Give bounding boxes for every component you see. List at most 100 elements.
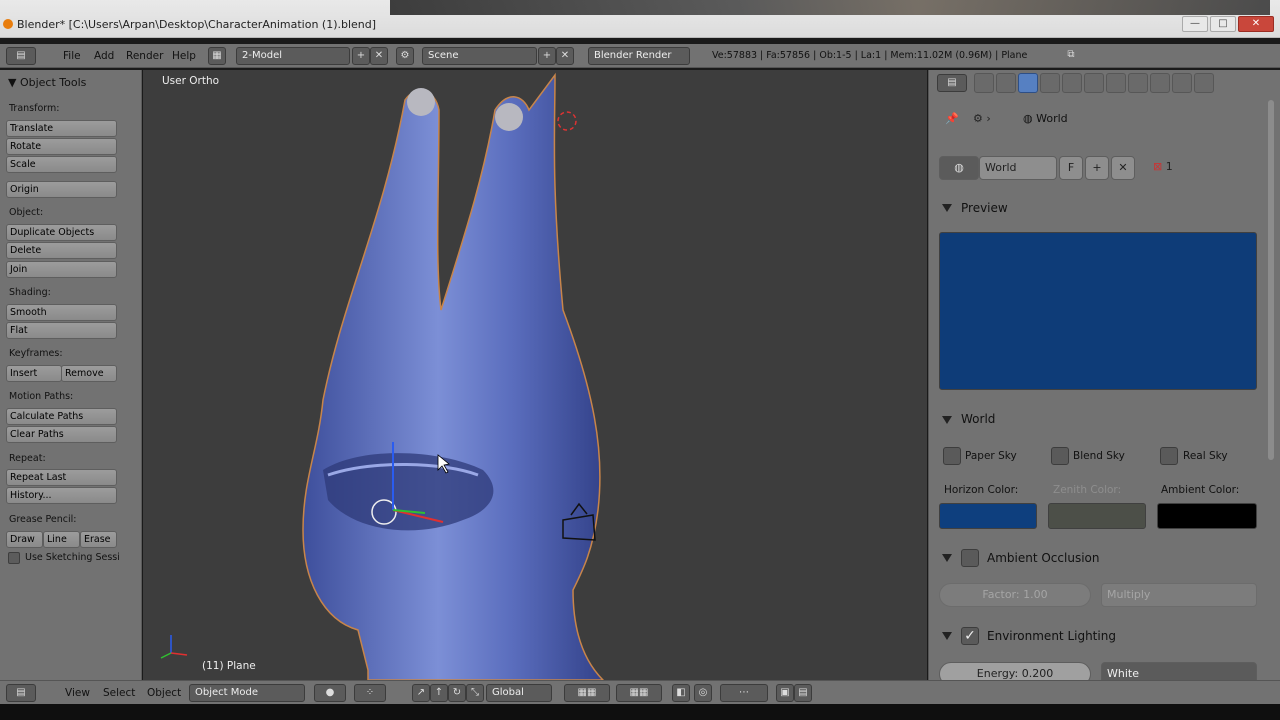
add-scene-icon[interactable]: + bbox=[538, 47, 556, 65]
unlink-world-button[interactable]: ✕ bbox=[1111, 156, 1135, 180]
draw-button[interactable]: Draw bbox=[6, 531, 43, 548]
ao-factor-field[interactable]: Factor: 1.00 bbox=[939, 583, 1091, 607]
screen-layout-icon[interactable]: ▦ bbox=[208, 47, 226, 65]
remove-layout-icon[interactable]: ✕ bbox=[370, 47, 388, 65]
physics-tab-icon[interactable] bbox=[1194, 73, 1214, 93]
blend-sky-checkbox[interactable] bbox=[1051, 447, 1069, 465]
env-color-select[interactable]: White bbox=[1101, 662, 1257, 680]
energy-field[interactable]: Energy: 0.200 bbox=[939, 662, 1091, 680]
layers-grid-icon-2[interactable]: ▦▦ bbox=[616, 684, 662, 702]
fake-user-button[interactable]: F bbox=[1059, 156, 1083, 180]
rotate-manipulator-icon[interactable]: ↻ bbox=[448, 684, 466, 702]
lock-layers-icon[interactable]: ◧ bbox=[672, 684, 690, 702]
new-world-button[interactable]: + bbox=[1085, 156, 1109, 180]
origin-button[interactable]: Origin bbox=[6, 181, 117, 198]
ao-checkbox[interactable] bbox=[961, 549, 979, 567]
line-button[interactable]: Line bbox=[43, 531, 80, 548]
remove-scene-icon[interactable]: ✕ bbox=[556, 47, 574, 65]
menu-select[interactable]: Select bbox=[103, 685, 135, 701]
history-button[interactable]: History... bbox=[6, 487, 117, 504]
ao-panel-title[interactable]: Ambient Occlusion bbox=[987, 551, 1099, 565]
zenith-color-swatch[interactable] bbox=[1048, 503, 1146, 529]
flat-button[interactable]: Flat bbox=[6, 322, 117, 339]
world-panel-title[interactable]: World bbox=[961, 412, 995, 426]
texture-tab-icon[interactable] bbox=[1150, 73, 1170, 93]
orientation-select[interactable]: Global bbox=[486, 684, 552, 702]
proportional-edit-icon[interactable]: ◎ bbox=[694, 684, 712, 702]
scale-manipulator-icon[interactable]: ⤡ bbox=[466, 684, 484, 702]
menu-add[interactable]: Add bbox=[94, 48, 114, 64]
editor-type-icon[interactable]: ▤ bbox=[6, 47, 36, 65]
mesh-body[interactable] bbox=[302, 72, 605, 680]
props-editor-type-icon[interactable]: ▤ bbox=[937, 74, 967, 92]
menu-help[interactable]: Help bbox=[172, 48, 196, 64]
ambient-color-swatch[interactable] bbox=[1157, 503, 1257, 529]
menu-object[interactable]: Object bbox=[147, 685, 181, 701]
erase-button[interactable]: Erase bbox=[80, 531, 117, 548]
shading-mode-icon[interactable]: ● bbox=[314, 684, 346, 702]
close-button[interactable]: ✕ bbox=[1238, 16, 1274, 32]
render-engine-select[interactable]: Blender Render bbox=[588, 47, 690, 65]
world-name-field[interactable]: World bbox=[979, 156, 1057, 180]
manipulator-toggle-icon[interactable]: ↗ bbox=[412, 684, 430, 702]
repeat-last-button[interactable]: Repeat Last bbox=[6, 469, 117, 486]
scene-tab-icon[interactable] bbox=[996, 73, 1016, 93]
world-tab-icon[interactable] bbox=[1018, 73, 1038, 93]
material-tab-icon[interactable] bbox=[1128, 73, 1148, 93]
world-browse-button[interactable]: ◍ bbox=[939, 156, 979, 180]
translate-manipulator-icon[interactable]: ↑ bbox=[430, 684, 448, 702]
render-anim-icon[interactable]: ▤ bbox=[794, 684, 812, 702]
clear-paths-button[interactable]: Clear Paths bbox=[6, 426, 117, 443]
modifiers-tab-icon[interactable] bbox=[1084, 73, 1104, 93]
duplicate-objects-button[interactable]: Duplicate Objects bbox=[6, 224, 117, 241]
mode-select[interactable]: Object Mode bbox=[189, 684, 305, 702]
view-editor-type-icon[interactable]: ▤ bbox=[6, 684, 36, 702]
snap-icon[interactable]: ⋯ bbox=[720, 684, 768, 702]
join-button[interactable]: Join bbox=[6, 261, 117, 278]
layers-grid-icon[interactable]: ▦▦ bbox=[564, 684, 610, 702]
scale-button[interactable]: Scale bbox=[6, 156, 117, 173]
translate-button[interactable]: Translate bbox=[6, 120, 117, 137]
minimize-button[interactable]: — bbox=[1182, 16, 1208, 32]
constraints-tab-icon[interactable] bbox=[1062, 73, 1082, 93]
env-collapse-icon[interactable] bbox=[942, 632, 952, 640]
add-layout-icon[interactable]: + bbox=[352, 47, 370, 65]
smooth-button[interactable]: Smooth bbox=[6, 304, 117, 321]
remove-keyframe-button[interactable]: Remove bbox=[61, 365, 117, 382]
render-tab-icon[interactable] bbox=[974, 73, 994, 93]
menu-file[interactable]: File bbox=[63, 48, 81, 64]
data-tab-icon[interactable] bbox=[1106, 73, 1126, 93]
maximize-button[interactable]: □ bbox=[1210, 16, 1236, 32]
preview-panel-title[interactable]: Preview bbox=[961, 201, 1008, 215]
env-lighting-checkbox[interactable]: ✓ bbox=[961, 627, 979, 645]
render-image-icon[interactable]: ▣ bbox=[776, 684, 794, 702]
3d-cursor[interactable] bbox=[557, 111, 577, 131]
object-tools-label: Object Tools bbox=[19, 76, 87, 89]
scene-field[interactable]: Scene bbox=[422, 47, 537, 65]
particles-tab-icon[interactable] bbox=[1172, 73, 1192, 93]
pivot-point-icon[interactable]: ⁘ bbox=[354, 684, 386, 702]
paper-sky-checkbox[interactable] bbox=[943, 447, 961, 465]
preview-collapse-icon[interactable] bbox=[942, 204, 952, 212]
properties-scrollbar[interactable] bbox=[1268, 100, 1274, 460]
ao-blend-select[interactable]: Multiply bbox=[1101, 583, 1257, 607]
env-panel-title[interactable]: Environment Lighting bbox=[987, 629, 1116, 643]
delete-button[interactable]: Delete bbox=[6, 242, 117, 259]
object-tab-icon[interactable] bbox=[1040, 73, 1060, 93]
menu-view[interactable]: View bbox=[65, 685, 90, 701]
real-sky-checkbox[interactable] bbox=[1160, 447, 1178, 465]
calculate-paths-button[interactable]: Calculate Paths bbox=[6, 408, 117, 425]
fullscreen-icon[interactable]: ⧉ bbox=[1062, 47, 1080, 65]
rotate-button[interactable]: Rotate bbox=[6, 138, 117, 155]
sketching-checkbox[interactable] bbox=[8, 552, 20, 564]
object-tools-title[interactable]: ▼ Object Tools bbox=[8, 76, 86, 89]
insert-keyframe-button[interactable]: Insert bbox=[6, 365, 62, 382]
3d-viewport[interactable]: User Ortho (11) Plane bbox=[143, 70, 927, 680]
scene-icon[interactable]: ⚙ bbox=[396, 47, 414, 65]
menu-render[interactable]: Render bbox=[126, 48, 163, 64]
ao-collapse-icon[interactable] bbox=[942, 554, 952, 562]
horizon-color-swatch[interactable] bbox=[939, 503, 1037, 529]
world-collapse-icon[interactable] bbox=[942, 416, 952, 424]
screen-layout-field[interactable]: 2-Model bbox=[236, 47, 350, 65]
pin-icon[interactable]: 📌 bbox=[945, 112, 959, 125]
